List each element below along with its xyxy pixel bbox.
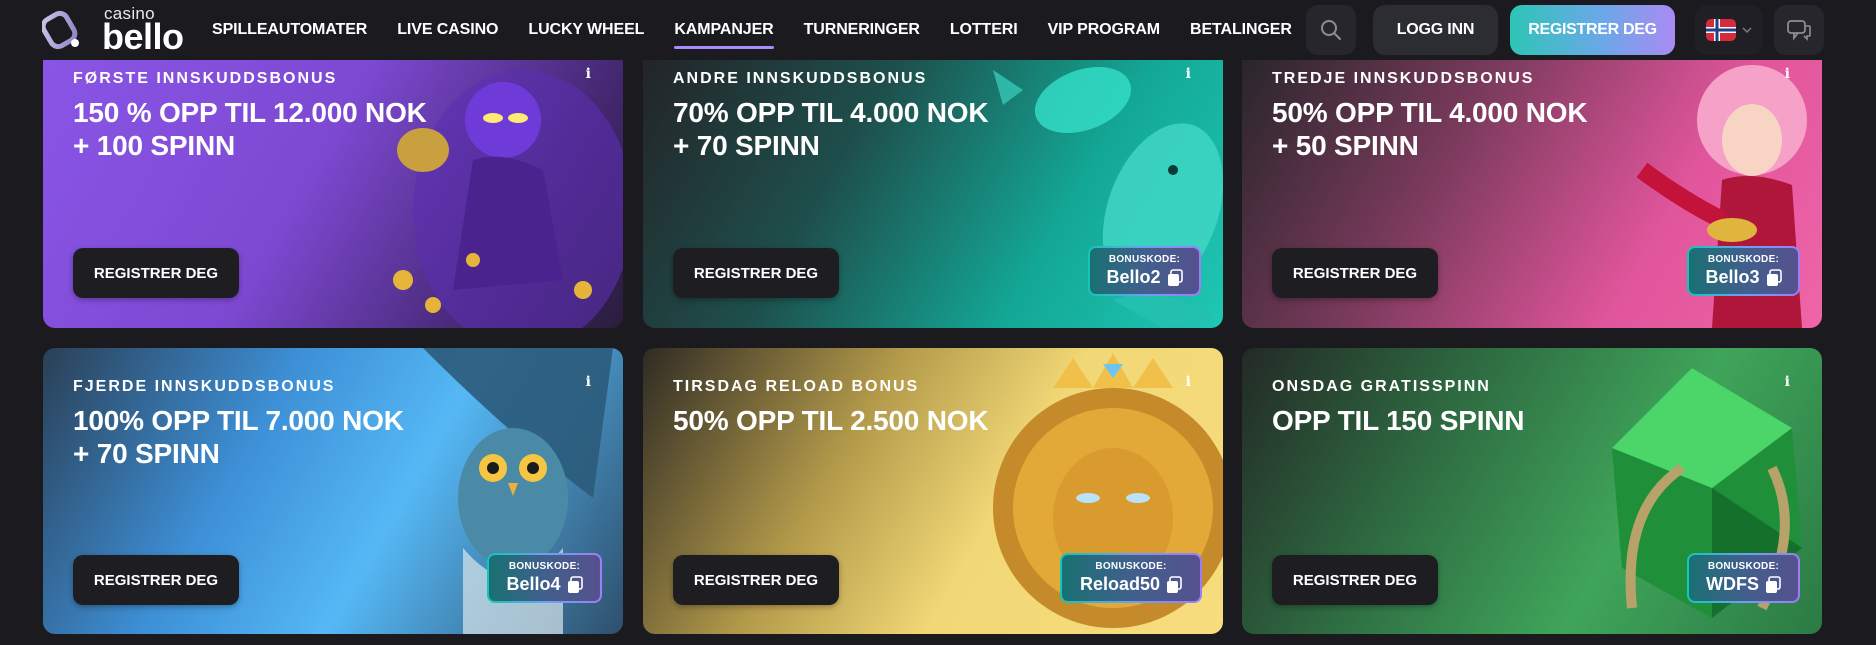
bonus-code-label: BONUSKODE: [1095,561,1167,572]
bonus-code-badge[interactable]: BONUSKODE: Bello2 [1088,246,1201,296]
copy-icon[interactable] [1765,575,1781,594]
bonus-code-badge[interactable]: BONUSKODE: Reload50 [1060,553,1202,603]
card-title: 50% OPP TIL 4.000 NOK + 50 SPINN [1272,96,1672,162]
search-button[interactable] [1306,5,1356,55]
register-button[interactable]: REGISTRER DEG [1510,5,1675,55]
nav-item-lucky-wheel[interactable]: LUCKY WHEEL [528,0,644,60]
register-cta-button[interactable]: REGISTRER DEG [673,248,839,298]
bonus-code-value: Bello3 [1705,267,1760,287]
casino-bello-logo[interactable]: casino bello [40,4,200,57]
bonus-code-label: BONUSKODE: [508,561,581,572]
card-subtitle: FØRSTE INNSKUDDSBONUS [73,70,338,87]
promo-card-wednesday-spins[interactable]: ONSDAG GRATISSPINN OPP TIL 150 SPINN i R… [1242,348,1822,634]
info-icon[interactable]: i [586,66,591,82]
bonus-code-badge[interactable]: BONUSKODE: Bello3 [1687,246,1800,296]
card-title-line2: + 70 SPINN [673,130,820,161]
logo-big-text: bello [102,16,184,57]
card-title: 100% OPP TIL 7.000 NOK + 70 SPINN [73,404,473,470]
promo-card-second-deposit[interactable]: ANDRE INNSKUDDSBONUS 70% OPP TIL 4.000 N… [643,60,1223,328]
main-nav: SPILLEAUTOMATER LIVE CASINO LUCKY WHEEL … [212,0,1322,60]
card-title-line1: 100% OPP TIL 7.000 NOK [73,405,404,436]
nav-item-turneringer[interactable]: TURNERINGER [804,0,920,60]
register-cta-button[interactable]: REGISTRER DEG [1272,248,1438,298]
bonus-code-label: BONUSKODE: [1108,254,1181,265]
bonus-code-value: Bello4 [506,574,561,594]
card-title-line1: OPP TIL 150 SPINN [1272,405,1525,436]
info-icon[interactable]: i [1785,66,1790,82]
chat-button[interactable] [1774,5,1824,55]
nav-item-lotteri[interactable]: LOTTERI [950,0,1018,60]
bonus-code-value: Reload50 [1079,574,1161,594]
search-icon [1321,20,1341,40]
copy-icon[interactable] [567,575,583,594]
card-title-line1: 50% OPP TIL 4.000 NOK [1272,97,1588,128]
copy-icon[interactable] [1166,575,1182,594]
info-icon[interactable]: i [1785,374,1790,390]
card-title-line2: + 100 SPINN [73,130,235,161]
bonus-code-value: Bello2 [1106,267,1161,287]
card-title-line1: 50% OPP TIL 2.500 NOK [673,405,989,436]
info-icon[interactable]: i [586,374,591,390]
nav-item-live-casino[interactable]: LIVE CASINO [397,0,498,60]
card-title: 70% OPP TIL 4.000 NOK + 70 SPINN [673,96,1073,162]
language-selector[interactable] [1695,5,1763,55]
nav-item-kampanjer[interactable]: KAMPANJER [674,0,774,60]
nav-item-spilleautomater[interactable]: SPILLEAUTOMATER [212,0,367,60]
copy-icon[interactable] [1766,268,1782,287]
register-cta-button[interactable]: REGISTRER DEG [73,248,239,298]
chevron-down-icon [1742,27,1752,34]
bonus-code-value: WDFS [1706,574,1759,594]
promo-card-third-deposit[interactable]: TREDJE INNSKUDDSBONUS 50% OPP TIL 4.000 … [1242,60,1822,328]
info-icon[interactable]: i [1186,374,1191,390]
bonus-code-label: BONUSKODE: [1707,561,1780,572]
top-header: casino bello SPILLEAUTOMATER LIVE CASINO… [0,0,1876,60]
bonus-code-badge[interactable]: BONUSKODE: WDFS [1687,553,1800,603]
bello-logo-icon [42,10,79,50]
norway-flag-icon [1706,19,1736,41]
promo-card-tuesday-reload[interactable]: TIRSDAG RELOAD BONUS 50% OPP TIL 2.500 N… [643,348,1223,634]
card-title: 50% OPP TIL 2.500 NOK [673,404,1073,437]
bonus-code-label: BONUSKODE: [1707,254,1780,265]
card-title-line1: 70% OPP TIL 4.000 NOK [673,97,989,128]
card-subtitle: TREDJE INNSKUDDSBONUS [1272,70,1535,87]
card-title-line2: + 50 SPINN [1272,130,1419,161]
register-cta-button[interactable]: REGISTRER DEG [673,555,839,605]
promo-card-fourth-deposit[interactable]: FJERDE INNSKUDDSBONUS 100% OPP TIL 7.000… [43,348,623,634]
card-title-line1: 150 % OPP TIL 12.000 NOK [73,97,427,128]
card-title: 150 % OPP TIL 12.000 NOK + 100 SPINN [73,96,473,162]
register-cta-button[interactable]: REGISTRER DEG [73,555,239,605]
card-subtitle: TIRSDAG RELOAD BONUS [673,378,920,395]
login-button[interactable]: LOGG INN [1373,5,1498,55]
info-icon[interactable]: i [1186,66,1191,82]
card-subtitle: ANDRE INNSKUDDSBONUS [673,70,928,87]
register-cta-button[interactable]: REGISTRER DEG [1272,555,1438,605]
card-subtitle: ONSDAG GRATISSPINN [1272,378,1491,395]
bonus-code-badge[interactable]: BONUSKODE: Bello4 [487,553,602,603]
card-title-line2: + 70 SPINN [73,438,220,469]
nav-item-betalinger[interactable]: BETALINGER [1190,0,1292,60]
chat-icon [1787,20,1811,41]
card-title: OPP TIL 150 SPINN [1272,404,1672,437]
nav-item-vip-program[interactable]: VIP PROGRAM [1048,0,1161,60]
card-subtitle: FJERDE INNSKUDDSBONUS [73,378,336,395]
promo-card-first-deposit[interactable]: FØRSTE INNSKUDDSBONUS 150 % OPP TIL 12.0… [43,60,623,328]
copy-icon[interactable] [1167,268,1183,287]
